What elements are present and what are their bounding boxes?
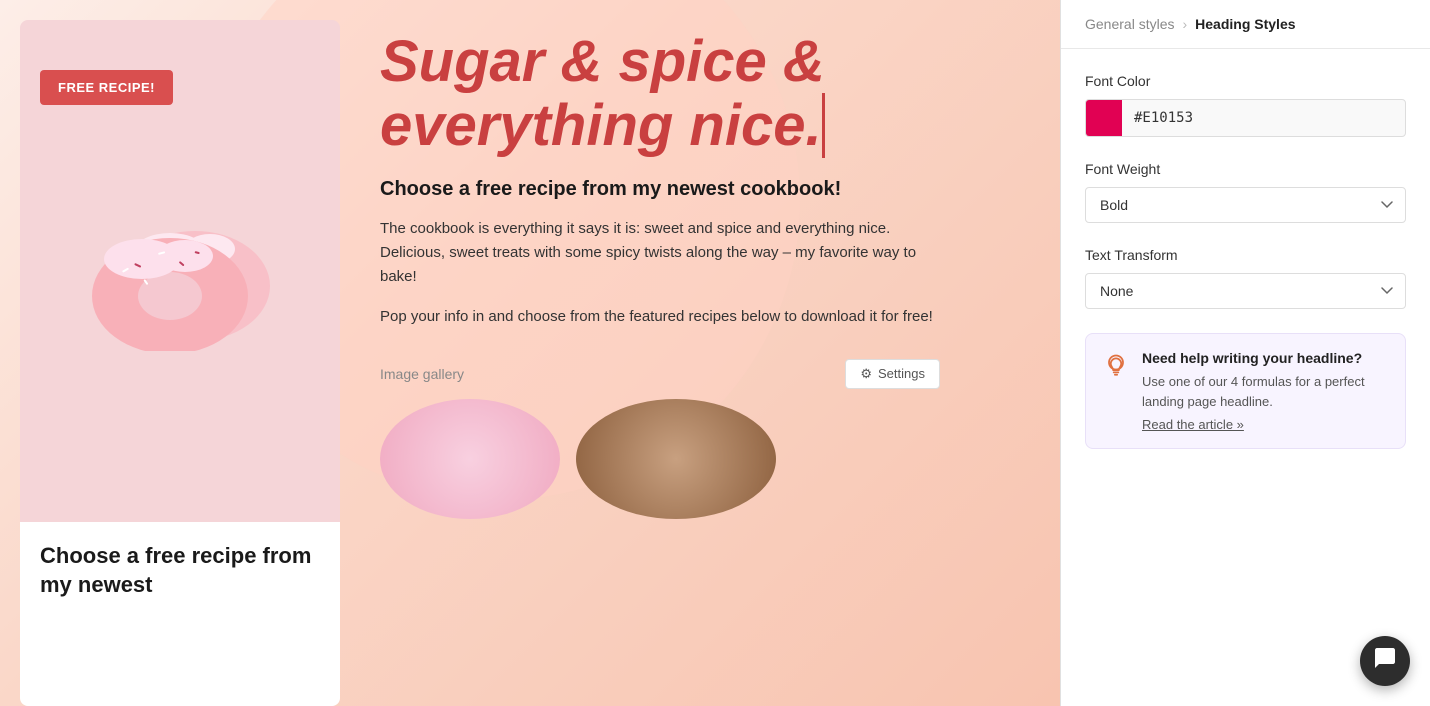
text-transform-label: Text Transform [1085,247,1406,263]
content-body-1: The cookbook is everything it says it is… [380,217,940,289]
font-color-label: Font Color [1085,73,1406,89]
breadcrumb-parent[interactable]: General styles [1085,16,1174,32]
free-recipe-badge: FREE RECIPE! [40,70,173,105]
panel-body: Font Color #E10153 Font Weight Bold Norm… [1061,49,1430,706]
text-transform-group: Text Transform None Uppercase Lowercase … [1085,247,1406,309]
gallery-thumb-brown [576,399,776,519]
right-panel: General styles › Heading Styles Font Col… [1060,0,1430,706]
font-weight-group: Font Weight Bold Normal Light Extra Bold [1085,161,1406,223]
card-bottom: Choose a free recipe from my newest [20,522,340,706]
font-weight-select[interactable]: Bold Normal Light Extra Bold [1085,187,1406,223]
breadcrumb-separator: › [1182,16,1187,32]
text-transform-select[interactable]: None Uppercase Lowercase Capitalize [1085,273,1406,309]
card-top: FREE RECIPE! [20,20,340,522]
preview-area: FREE RECIPE! [0,0,1060,706]
color-swatch[interactable] [1086,100,1122,136]
gallery-thumb-pink [380,399,560,519]
chat-button[interactable] [1360,636,1410,686]
font-color-group: Font Color #E10153 [1085,73,1406,137]
breadcrumb-current: Heading Styles [1195,16,1295,32]
color-value: #E10153 [1122,110,1405,126]
image-gallery-label: Image gallery [380,366,464,382]
lightbulb-icon [1102,352,1130,380]
color-input-row[interactable]: #E10153 [1085,99,1406,137]
main-content: Sugar & spice & everything nice. Choose … [340,0,1060,706]
info-card: Need help writing your headline? Use one… [1085,333,1406,449]
font-weight-label: Font Weight [1085,161,1406,177]
info-card-link[interactable]: Read the article » [1142,417,1389,432]
breadcrumb: General styles › Heading Styles [1061,0,1430,49]
info-card-title: Need help writing your headline? [1142,350,1389,366]
chat-icon [1373,646,1397,676]
left-card: FREE RECIPE! [20,20,340,706]
info-card-body: Use one of our 4 formulas for a perfect … [1142,372,1389,411]
content-body-2: Pop your info in and choose from the fea… [380,305,940,329]
image-gallery-bar: Image gallery ⚙ Settings [380,359,940,389]
gallery-thumbnails [380,399,940,519]
settings-button[interactable]: ⚙ Settings [845,359,940,389]
content-subtitle: Choose a free recipe from my newest cook… [380,178,1020,201]
card-bottom-title: Choose a free recipe from my newest [40,542,320,599]
hero-title: Sugar & spice & everything nice. [380,30,1020,158]
info-content: Need help writing your headline? Use one… [1142,350,1389,432]
settings-label: Settings [878,366,925,381]
gear-icon: ⚙ [860,366,872,382]
donut-illustration [80,191,280,351]
